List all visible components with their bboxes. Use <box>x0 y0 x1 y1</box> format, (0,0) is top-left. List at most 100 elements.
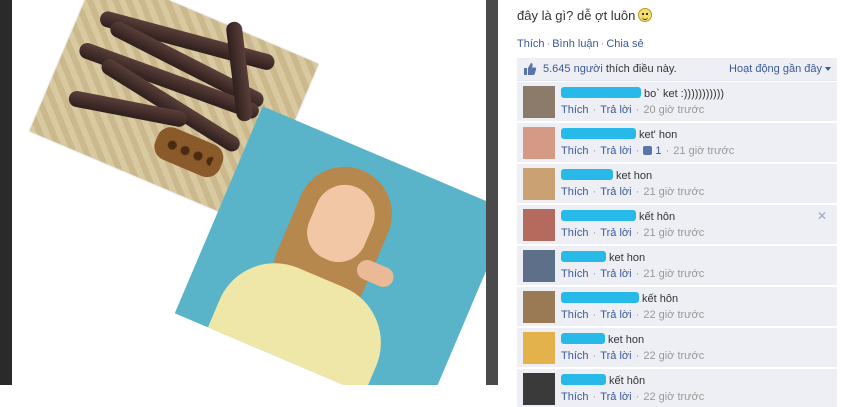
redacted-commenter-name[interactable] <box>561 128 636 139</box>
avatar[interactable] <box>523 127 555 159</box>
redacted-commenter-name[interactable] <box>561 333 605 344</box>
comment-body: kết hôn <box>561 292 678 306</box>
comment-like-link[interactable]: Thích <box>561 268 589 280</box>
comment-meta: Thích · Trả lời · 21 giờ trước <box>561 268 704 280</box>
comment-timestamp[interactable]: 21 giờ trước <box>673 145 734 157</box>
comment-reply-link[interactable]: Trả lời <box>600 268 631 280</box>
comment-timestamp[interactable]: 22 giờ trước <box>643 309 704 321</box>
redacted-commenter-name[interactable] <box>561 292 639 303</box>
likes-suffix: thích điều này. <box>605 63 677 75</box>
close-icon[interactable]: ✕ <box>817 209 827 223</box>
comment-body: bo` ket :))))))))))) <box>561 87 724 101</box>
photo-frame-left-edge <box>0 0 12 385</box>
comment-timestamp[interactable]: 20 giờ trước <box>643 104 704 116</box>
separator-dot: · <box>632 268 643 280</box>
photo-bottom-strip <box>0 385 498 407</box>
comment-row: kết hôn Thích · Trả lời · 22 giờ trước <box>517 287 837 327</box>
comment-reply-link[interactable]: Trả lời <box>600 145 631 157</box>
avatar[interactable] <box>523 291 555 323</box>
comment-row: kết hôn Thích · Trả lời · 22 giờ trước <box>517 369 837 407</box>
comment-text: kết hôn <box>609 375 646 387</box>
comment-like-link[interactable]: Thích <box>561 227 589 239</box>
like-link[interactable]: Thích <box>517 38 545 50</box>
avatar[interactable] <box>523 209 555 241</box>
likes-summary: 5.645 người thích điều này. <box>543 63 677 75</box>
comment-body: ket hon <box>561 169 652 183</box>
thumbs-up-icon <box>524 63 537 75</box>
post-caption-text: đây là gì? dễ ợt luôn <box>517 8 636 23</box>
avatar[interactable] <box>523 168 555 200</box>
comment-timestamp[interactable]: 21 giờ trước <box>643 186 704 198</box>
separator-dot: · <box>600 38 605 50</box>
likes-bar: 5.645 người thích điều này. Hoạt động gầ… <box>517 58 837 81</box>
comment-reply-link[interactable]: Trả lời <box>600 186 631 198</box>
comment-likes-number: 1 <box>655 145 662 157</box>
redacted-commenter-name[interactable] <box>561 251 606 262</box>
comment-link[interactable]: Bình luận <box>552 38 598 50</box>
comment-like-link[interactable]: Thích <box>561 104 589 116</box>
post-caption: đây là gì? dễ ợt luôn <box>517 8 653 23</box>
separator-dot: · <box>632 309 643 321</box>
thumbs-up-icon <box>643 146 653 155</box>
comment-reply-link[interactable]: Trả lời <box>600 227 631 239</box>
recent-activity-label: Hoạt động gần đây <box>729 63 822 75</box>
comment-like-link[interactable]: Thích <box>561 391 589 403</box>
redacted-commenter-name[interactable] <box>561 169 613 180</box>
likes-count-link[interactable]: 5.645 người <box>543 63 603 75</box>
separator-dot: · <box>632 145 643 157</box>
comment-text: ket hon <box>608 334 645 346</box>
separator-dot: · <box>632 186 643 198</box>
comment-body: kết hôn <box>561 210 675 224</box>
avatar[interactable] <box>523 250 555 282</box>
comment-body: ket hon <box>561 333 644 347</box>
comment-body: ket hon <box>561 251 645 265</box>
comment-like-link[interactable]: Thích <box>561 186 589 198</box>
separator-dot: · <box>632 350 643 362</box>
comment-text: kết hôn <box>642 293 679 305</box>
comment-meta: Thích · Trả lời · 22 giờ trước <box>561 350 704 362</box>
comment-meta: Thích · Trả lời · 20 giờ trước <box>561 104 704 116</box>
comment-timestamp[interactable]: 22 giờ trước <box>643 391 704 403</box>
comment-likes-count[interactable]: 1 <box>643 145 662 157</box>
comment-like-link[interactable]: Thích <box>561 350 589 362</box>
chevron-down-icon <box>825 67 831 71</box>
comment-reply-link[interactable]: Trả lời <box>600 350 631 362</box>
separator-dot: · <box>589 391 600 403</box>
comment-text: kết hôn <box>639 211 676 223</box>
comment-meta: Thích · Trả lời · 1 · 21 giờ trước <box>561 145 734 157</box>
smiley-icon <box>638 8 653 22</box>
recent-activity-dropdown[interactable]: Hoạt động gần đây <box>729 63 831 75</box>
comment-timestamp[interactable]: 22 giờ trước <box>643 350 704 362</box>
comment-timestamp[interactable]: 21 giờ trước <box>643 268 704 280</box>
comment-like-link[interactable]: Thích <box>561 309 589 321</box>
photo-canvas <box>12 0 486 385</box>
avatar[interactable] <box>523 86 555 118</box>
comment-row: ket hon Thích · Trả lời · 22 giờ trước <box>517 328 837 368</box>
comment-meta: Thích · Trả lời · 22 giờ trước <box>561 309 704 321</box>
comment-timestamp[interactable]: 21 giờ trước <box>643 227 704 239</box>
avatar[interactable] <box>523 373 555 405</box>
photo-frame-right-edge <box>486 0 498 385</box>
comment-meta: Thích · Trả lời · 22 giờ trước <box>561 391 704 403</box>
separator-dot: · <box>589 350 600 362</box>
separator-dot: · <box>589 268 600 280</box>
separator-dot: · <box>632 391 643 403</box>
separator-dot: · <box>632 227 643 239</box>
comment-like-link[interactable]: Thích <box>561 145 589 157</box>
separator-dot: · <box>662 145 673 157</box>
separator-dot: · <box>589 186 600 198</box>
redacted-commenter-name[interactable] <box>561 210 636 221</box>
comment-reply-link[interactable]: Trả lời <box>600 309 631 321</box>
comment-row: ket' hon Thích · Trả lời · 1 · 21 giờ trư… <box>517 123 837 163</box>
avatar[interactable] <box>523 332 555 364</box>
post-actions: Thích · Bình luận · Chia sẻ <box>517 38 644 50</box>
redacted-commenter-name[interactable] <box>561 374 606 385</box>
comment-row: bo` ket :))))))))))) Thích · Trả lời · 20… <box>517 82 837 122</box>
comment-text: ket hon <box>616 170 653 182</box>
comment-reply-link[interactable]: Trả lời <box>600 104 631 116</box>
separator-dot: · <box>589 309 600 321</box>
comment-row: kết hôn Thích · Trả lời · 21 giờ trước ✕ <box>517 205 837 245</box>
share-link[interactable]: Chia sẻ <box>606 38 643 50</box>
redacted-commenter-name[interactable] <box>561 87 641 98</box>
comment-reply-link[interactable]: Trả lời <box>600 391 631 403</box>
